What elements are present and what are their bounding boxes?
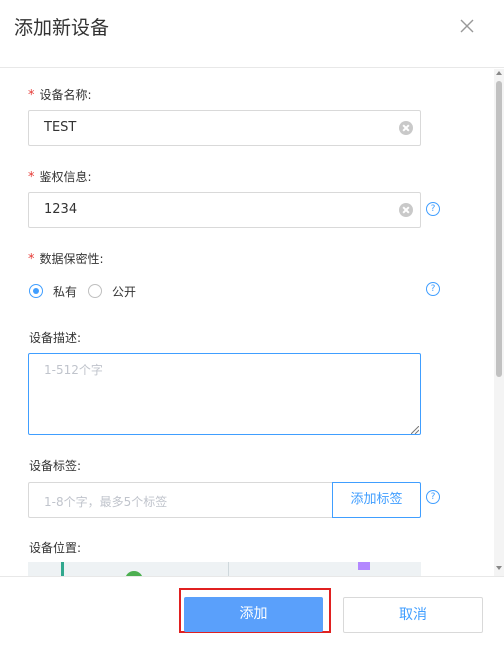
map-line (228, 562, 229, 576)
add-button[interactable]: 添加 (184, 597, 323, 632)
description-label: 设备描述: (29, 331, 82, 345)
device-name-value: TEST (44, 120, 77, 135)
map-marker-icon (358, 562, 370, 570)
dialog-body: * 设备名称: TEST * 鉴权信息: 1234 ? * 数据保密性: 私有 公开 … (0, 69, 504, 576)
required-mark: * (28, 88, 35, 103)
radio-public[interactable] (88, 284, 102, 298)
auth-info-label: * 鉴权信息: (28, 170, 92, 185)
privacy-label: * 数据保密性: (28, 252, 104, 267)
required-mark: * (28, 170, 35, 185)
dialog-footer: 添加 取消 (0, 576, 504, 656)
dialog-title: 添加新设备 (14, 17, 110, 39)
description-textarea[interactable]: 1-512个字 (28, 353, 421, 435)
description-placeholder: 1-512个字 (44, 363, 103, 377)
help-icon[interactable]: ? (426, 282, 440, 296)
tags-placeholder: 1-8个字，最多5个标签 (44, 495, 168, 509)
help-icon[interactable]: ? (426, 490, 440, 504)
scroll-thumb[interactable] (496, 81, 502, 377)
help-icon[interactable]: ? (426, 202, 440, 216)
close-icon[interactable] (456, 15, 478, 37)
clear-icon[interactable] (399, 121, 413, 135)
auth-info-value: 1234 (44, 202, 78, 217)
location-map[interactable] (28, 562, 421, 576)
map-road (61, 562, 64, 576)
radio-private[interactable] (29, 284, 43, 298)
required-mark: * (28, 252, 35, 267)
location-label: 设备位置: (29, 541, 82, 555)
add-device-dialog: 添加新设备 * 设备名称: TEST * 鉴权信息: 1234 ? * 数据保密性: (0, 0, 504, 656)
radio-private-label[interactable]: 私有 (53, 283, 77, 300)
scroll-up-arrow-icon[interactable] (496, 71, 502, 75)
device-name-label: * 设备名称: (28, 88, 92, 103)
add-tag-button[interactable]: 添加标签 (332, 482, 421, 518)
tags-label: 设备标签: (29, 459, 82, 473)
device-name-input[interactable]: TEST (28, 110, 421, 146)
dialog-header: 添加新设备 (0, 0, 504, 68)
radio-public-label[interactable]: 公开 (112, 283, 136, 300)
scroll-down-arrow-icon[interactable] (496, 566, 502, 570)
cancel-button[interactable]: 取消 (343, 597, 483, 633)
resize-handle-icon[interactable] (411, 426, 419, 434)
tags-input[interactable]: 1-8个字，最多5个标签 (28, 482, 332, 518)
clear-icon[interactable] (399, 203, 413, 217)
auth-info-input[interactable]: 1234 (28, 192, 421, 228)
scrollbar[interactable] (494, 69, 504, 576)
